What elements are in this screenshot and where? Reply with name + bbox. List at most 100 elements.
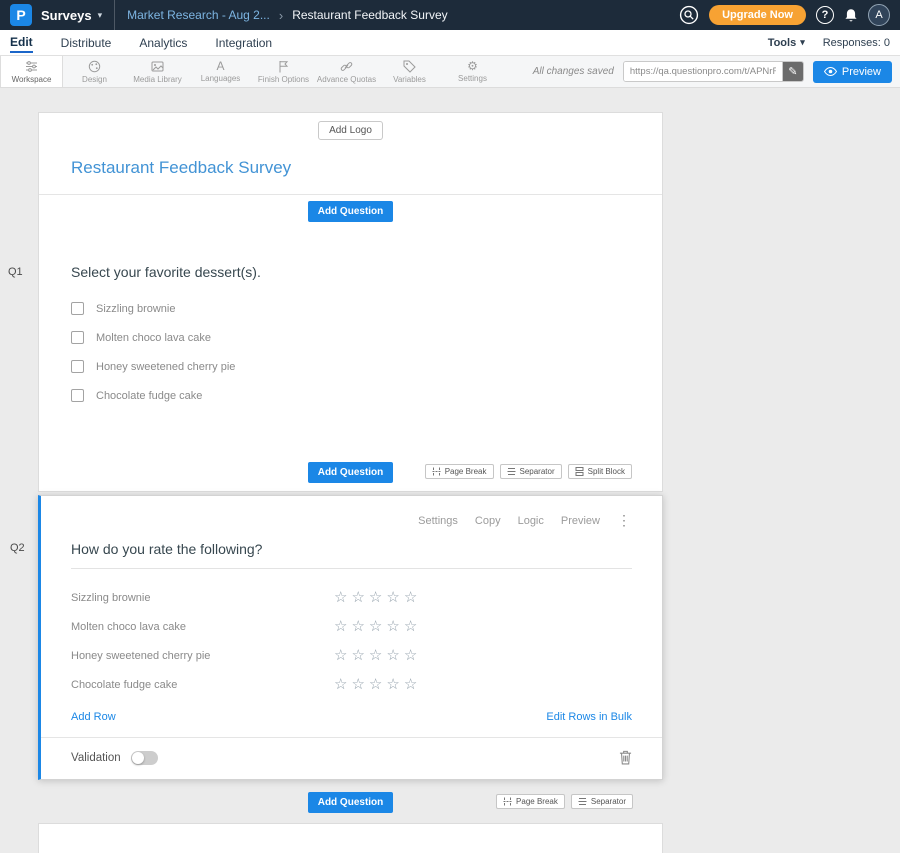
separator-button[interactable]: Separator: [500, 464, 562, 479]
question-logic-button[interactable]: Logic: [518, 515, 544, 527]
toolbar-item-advance-quotas[interactable]: Advance Quotas: [315, 56, 378, 87]
star-icon[interactable]: ☆: [351, 648, 364, 663]
star-icon[interactable]: ☆: [369, 677, 382, 692]
toolbar-item-languages[interactable]: A Languages: [189, 56, 252, 87]
toggle-knob: [132, 752, 144, 764]
add-question-button[interactable]: Add Question: [308, 201, 394, 222]
option-label: Sizzling brownie: [96, 303, 175, 315]
rating-row: Honey sweetened cherry pie ☆☆☆☆☆: [71, 641, 632, 670]
star-icon[interactable]: ☆: [404, 619, 417, 634]
tab-edit[interactable]: Edit: [10, 33, 33, 53]
rating-row: Chocolate fudge cake ☆ ☆ ☆ ☆ ☆: [71, 670, 632, 699]
page-break-button[interactable]: Page Break: [496, 794, 565, 809]
rating-row-label: Chocolate fudge cake: [71, 679, 334, 691]
add-question-button[interactable]: Add Question: [308, 462, 394, 483]
toolbar-item-label: Media Library: [133, 75, 181, 84]
answer-option: Honey sweetened cherry pie: [71, 360, 630, 373]
star-icon[interactable]: ☆: [369, 648, 382, 663]
add-question-row: Add Question: [39, 195, 662, 228]
media-library-icon: [151, 60, 164, 73]
add-question-button[interactable]: Add Question: [308, 792, 394, 813]
question-number-label: Q1: [8, 266, 23, 278]
edit-rows-in-bulk-link[interactable]: Edit Rows in Bulk: [546, 711, 632, 723]
star-icon[interactable]: ☆: [386, 590, 399, 605]
preview-button[interactable]: Preview: [813, 61, 892, 83]
tools-menu-label: Tools: [768, 37, 797, 49]
question-text-q2[interactable]: How do you rate the following?: [71, 541, 632, 569]
separator-button[interactable]: Separator: [571, 794, 633, 809]
help-button[interactable]: ?: [816, 6, 834, 24]
survey-url-input[interactable]: [624, 62, 782, 81]
survey-block-card: Add Logo Restaurant Feedback Survey Add …: [38, 112, 663, 492]
star-icon[interactable]: ☆: [404, 648, 417, 663]
star-icon[interactable]: ☆: [334, 677, 347, 692]
toolbar-item-workspace[interactable]: Workspace: [0, 56, 63, 87]
upgrade-now-button[interactable]: Upgrade Now: [709, 5, 806, 25]
split-block-label: Split Block: [588, 467, 625, 476]
tab-analytics[interactable]: Analytics: [139, 34, 187, 52]
delete-question-button[interactable]: [619, 750, 632, 765]
search-button[interactable]: [679, 5, 699, 25]
page-break-button[interactable]: Page Break: [425, 464, 494, 479]
star-icon[interactable]: ☆: [386, 619, 399, 634]
star-icon[interactable]: ☆: [386, 648, 399, 663]
notifications-button[interactable]: [844, 8, 858, 23]
caret-down-icon: ▾: [800, 37, 805, 48]
avatar[interactable]: A: [868, 4, 890, 26]
star-icon[interactable]: ☆: [351, 677, 364, 692]
questionpro-logo[interactable]: P: [10, 4, 32, 26]
chevron-right-icon: ›: [279, 8, 283, 23]
tab-integration[interactable]: Integration: [215, 34, 272, 52]
question-block-q1: Q1 Select your favorite dessert(s). Sizz…: [39, 228, 662, 458]
question-settings-button[interactable]: Settings: [418, 515, 458, 527]
toolbar-item-variables[interactable]: Variables: [378, 56, 441, 87]
breadcrumb-folder[interactable]: Market Research - Aug 2...: [127, 8, 270, 22]
validation-toggle[interactable]: [131, 751, 158, 765]
rating-row: Sizzling brownie ☆☆☆☆☆: [71, 583, 632, 612]
toolbar-item-media-library[interactable]: Media Library: [126, 56, 189, 87]
star-icon[interactable]: ☆: [404, 677, 417, 692]
option-checkbox[interactable]: [71, 360, 84, 373]
responses-count[interactable]: Responses: 0: [823, 37, 890, 49]
edit-url-button[interactable]: ✎: [782, 62, 803, 81]
toolbar-item-finish-options[interactable]: Finish Options: [252, 56, 315, 87]
design-icon: [88, 60, 101, 73]
star-icon[interactable]: ☆: [334, 590, 347, 605]
option-checkbox[interactable]: [71, 389, 84, 402]
question-text-q1[interactable]: Select your favorite dessert(s).: [71, 264, 630, 280]
star-icon[interactable]: ☆: [404, 590, 417, 605]
question-copy-button[interactable]: Copy: [475, 515, 501, 527]
survey-editor-canvas: Add Logo Restaurant Feedback Survey Add …: [0, 88, 900, 853]
option-checkbox[interactable]: [71, 331, 84, 344]
star-icon[interactable]: ☆: [351, 590, 364, 605]
surveys-menu[interactable]: Surveys ▾: [41, 8, 102, 23]
add-logo-button[interactable]: Add Logo: [318, 121, 383, 140]
split-block-button[interactable]: Split Block: [568, 464, 632, 479]
tools-menu[interactable]: Tools ▾: [768, 37, 805, 49]
tab-distribute[interactable]: Distribute: [61, 34, 112, 52]
add-row-link[interactable]: Add Row: [71, 711, 116, 723]
survey-header: Add Logo Restaurant Feedback Survey: [39, 113, 662, 194]
search-icon: [679, 5, 699, 25]
add-question-row: Add Question Page Break Separator: [38, 780, 663, 823]
star-icon[interactable]: ☆: [334, 648, 347, 663]
settings-gear-icon: ⚙: [467, 60, 478, 72]
more-vertical-icon[interactable]: ⋮: [617, 512, 632, 529]
question-mark-icon: ?: [822, 9, 829, 21]
page-break-label: Page Break: [516, 797, 558, 806]
star-icon[interactable]: ☆: [369, 619, 382, 634]
star-icon[interactable]: ☆: [334, 619, 347, 634]
star-icon[interactable]: ☆: [351, 619, 364, 634]
survey-title[interactable]: Restaurant Feedback Survey: [71, 158, 630, 178]
star-icon[interactable]: ☆: [386, 677, 399, 692]
page-break-icon: [432, 467, 441, 476]
next-block-card: [38, 823, 663, 853]
option-label: Honey sweetened cherry pie: [96, 361, 235, 373]
toolbar-item-settings[interactable]: ⚙ Settings: [441, 56, 504, 87]
star-icon[interactable]: ☆: [369, 590, 382, 605]
question-preview-button[interactable]: Preview: [561, 515, 600, 527]
separator-label: Separator: [520, 467, 555, 476]
toolbar-item-design[interactable]: Design: [63, 56, 126, 87]
option-checkbox[interactable]: [71, 302, 84, 315]
page-break-icon: [503, 797, 512, 806]
